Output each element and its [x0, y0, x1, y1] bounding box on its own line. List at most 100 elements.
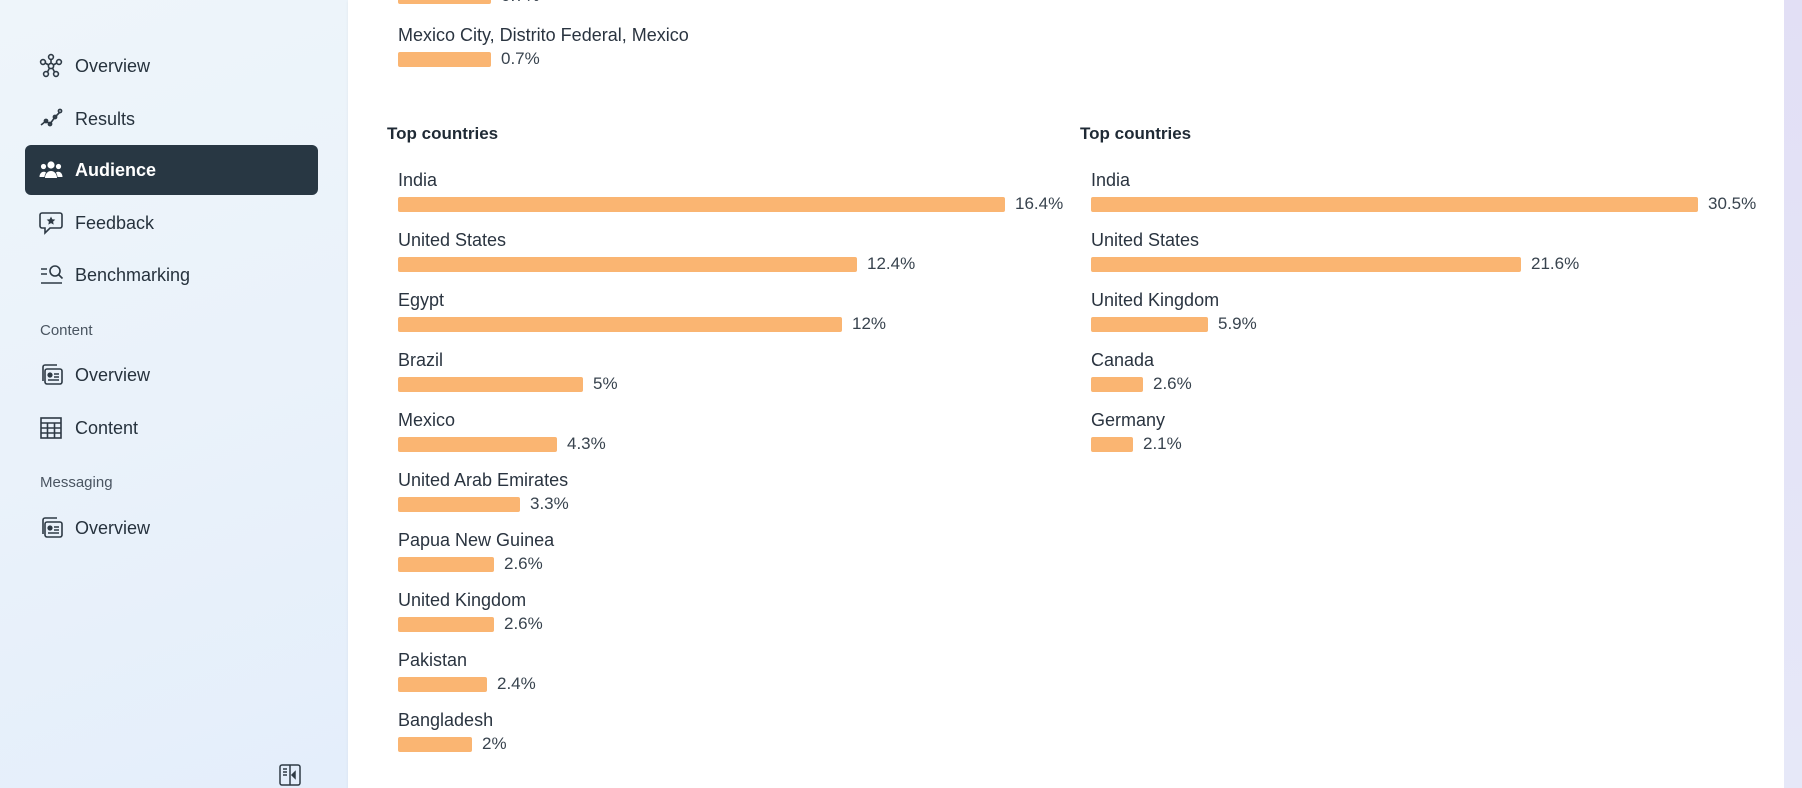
country-row: India 30.5%	[1091, 168, 1756, 216]
country-bar-value: 21.6%	[1531, 254, 1580, 273]
country-bar	[398, 316, 842, 332]
country-row: Brazil 5%	[398, 348, 618, 396]
country-label: Pakistan	[398, 650, 468, 670]
list-item-city: 0.7%	[398, 0, 540, 8]
section-label-messaging: Messaging	[40, 474, 113, 491]
country-label: India	[398, 170, 438, 190]
country-bar	[398, 256, 857, 272]
country-bar-value: 2.4%	[497, 674, 536, 693]
country-bar-value: 2%	[482, 734, 507, 753]
country-bar-value: 16.4%	[1015, 194, 1064, 213]
bar-line: 4.3%	[398, 432, 606, 456]
collapse-sidebar-button[interactable]	[278, 763, 302, 787]
country-bar	[1091, 316, 1208, 332]
network-icon	[38, 53, 64, 79]
country-row: United Kingdom 5.9%	[1091, 288, 1257, 336]
country-label: Brazil	[398, 350, 444, 370]
country-bar-value: 2.6%	[1153, 374, 1192, 393]
list-item-city: Mexico City, Distrito Federal, Mexico 0.…	[398, 23, 689, 71]
bar-line: 2.6%	[398, 552, 554, 576]
bar-value: 0.7%	[501, 0, 540, 6]
bar-line: 12.4%	[398, 252, 915, 276]
star-chat-icon	[38, 210, 64, 236]
country-label: Bangladesh	[398, 710, 494, 730]
country-bar	[1091, 376, 1143, 392]
country-bar	[1091, 256, 1521, 272]
bar-line: 5%	[398, 372, 618, 396]
country-label: United Kingdom	[1091, 290, 1220, 310]
country-row: Papua New Guinea 2.6%	[398, 528, 554, 576]
bar-line: 5.9%	[1091, 312, 1257, 336]
country-bar	[398, 676, 487, 692]
country-bar-value: 12.4%	[867, 254, 916, 273]
country-bar-value: 12%	[852, 314, 887, 333]
country-label: India	[1091, 170, 1131, 190]
country-label: United States	[1091, 230, 1200, 250]
sidebar-item-label: Feedback	[75, 212, 155, 233]
country-label: Canada	[1091, 350, 1155, 370]
bar-line: 2.4%	[398, 672, 536, 696]
bar-line: 2%	[398, 732, 507, 756]
country-bar-value: 2.1%	[1143, 434, 1182, 453]
sidebar-item-audience[interactable]: Audience	[25, 145, 318, 195]
country-label: Germany	[1091, 410, 1166, 430]
country-label: Papua New Guinea	[398, 530, 555, 550]
country-row: United Kingdom 2.6%	[398, 588, 543, 636]
sidebar-item-label: Overview	[75, 55, 151, 76]
bar-line: 30.5%	[1091, 192, 1756, 216]
country-row: United Arab Emirates 3.3%	[398, 468, 569, 516]
country-row: Mexico 4.3%	[398, 408, 606, 456]
country-row: India 16.4%	[398, 168, 1063, 216]
cards-icon	[38, 362, 64, 388]
country-row: Canada 2.6%	[1091, 348, 1192, 396]
sidebar-item-label: Benchmarking	[75, 264, 191, 285]
sidebar-item-results[interactable]: Results	[25, 94, 318, 144]
sidebar-item-content-overview[interactable]: Overview	[25, 350, 318, 400]
country-bar	[398, 196, 1005, 212]
country-label: United States	[398, 230, 507, 250]
sidebar-item-content[interactable]: Content	[25, 403, 318, 453]
country-bar	[398, 556, 494, 572]
country-bar	[398, 376, 583, 392]
bar-line: 2.1%	[1091, 432, 1182, 456]
collapse-sidebar-icon	[278, 764, 302, 788]
country-bar	[1091, 436, 1133, 452]
sidebar: Overview Results Audience Feedback Bench…	[0, 0, 348, 788]
trend-line-icon	[38, 106, 64, 132]
country-bar	[1091, 196, 1698, 212]
right-gutter	[1784, 0, 1802, 788]
country-row: Germany 2.1%	[1091, 408, 1182, 456]
bar	[398, 0, 491, 4]
bar-line: 2.6%	[398, 612, 543, 636]
sidebar-item-feedback[interactable]: Feedback	[25, 198, 318, 248]
sidebar-item-label: Content	[75, 417, 139, 438]
bar-line: 16.4%	[398, 192, 1063, 216]
sidebar-item-overview[interactable]: Overview	[25, 41, 318, 91]
country-row: United States 21.6%	[1091, 228, 1579, 276]
country-label: Mexico	[398, 410, 456, 430]
country-bar-value: 3.3%	[530, 494, 569, 513]
sidebar-item-label: Overview	[75, 517, 151, 538]
bar-line: 12%	[398, 312, 886, 336]
country-bar-value: 2.6%	[504, 614, 543, 633]
main-content: 0.7% Mexico City, Distrito Federal, Mexi…	[348, 0, 1784, 788]
cards-icon	[38, 515, 64, 541]
country-bar-value: 4.3%	[567, 434, 606, 453]
country-bar-value: 5%	[593, 374, 618, 393]
section-label-content: Content	[40, 322, 93, 339]
chart-title-top-countries-right: Top countries	[1080, 124, 1192, 143]
country-bar-value: 2.6%	[504, 554, 543, 573]
country-row: Pakistan 2.4%	[398, 648, 536, 696]
sidebar-item-messaging-overview[interactable]: Overview	[25, 503, 318, 553]
country-bar	[398, 496, 520, 512]
sidebar-item-label: Results	[75, 108, 136, 129]
country-label: Egypt	[398, 290, 445, 310]
sidebar-item-label: Audience	[75, 159, 157, 180]
bar-line: 21.6%	[1091, 252, 1579, 276]
country-row: United States 12.4%	[398, 228, 915, 276]
sidebar-item-label: Overview	[75, 364, 151, 385]
sidebar-item-benchmarking[interactable]: Benchmarking	[25, 250, 318, 300]
country-label: United Kingdom	[398, 590, 527, 610]
country-bar	[398, 736, 472, 752]
city-label: Mexico City, Distrito Federal, Mexico	[398, 25, 689, 45]
